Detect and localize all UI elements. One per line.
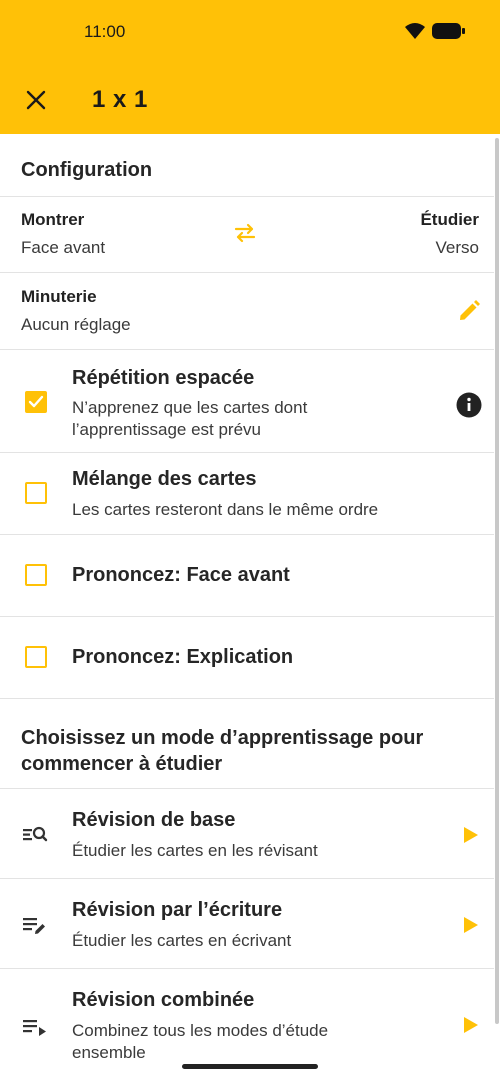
app-bar: 11:00 1 x 1 <box>0 0 500 134</box>
writing-review-desc: Étudier les cartes en écrivant <box>72 931 292 950</box>
mode-combined-review[interactable]: Révision combinée Combinez tous les mode… <box>0 969 494 1059</box>
spaced-repetition-checkbox[interactable] <box>25 391 47 413</box>
option-pronounce-front[interactable]: Prononcez: Face avant <box>0 535 494 616</box>
spaced-repetition-desc-1: N’apprenez que les cartes dont <box>72 398 308 417</box>
list-search-icon <box>23 826 48 842</box>
shuffle-title: Mélange des cartes <box>72 468 257 490</box>
study-value: Verso <box>435 238 479 257</box>
timer-value: Aucun réglage <box>21 315 131 334</box>
combined-review-desc-1: Combinez tous les modes d’étude <box>72 1021 329 1040</box>
mode-basic-review[interactable]: Révision de base Étudier les cartes en l… <box>0 789 494 878</box>
play-icon[interactable] <box>463 1016 479 1034</box>
configuration-title: Configuration <box>21 159 153 181</box>
basic-review-title: Révision de base <box>72 809 236 831</box>
modes-title-line-1: Choisissez un mode d’apprentissage pour <box>21 727 424 749</box>
modes-title-line-2: commencer à étudier <box>21 753 223 775</box>
check-icon <box>28 395 44 408</box>
play-icon[interactable] <box>463 826 479 844</box>
configuration-header: Configuration <box>0 134 494 196</box>
show-value: Face avant <box>21 238 106 257</box>
info-icon[interactable] <box>456 392 482 418</box>
pronounce-front-title: Prononcez: Face avant <box>72 564 290 586</box>
wifi-icon <box>405 23 425 39</box>
study-label: Étudier <box>420 210 479 229</box>
mode-writing-review[interactable]: Révision par l’écriture Étudier les cart… <box>0 879 494 968</box>
scrollbar[interactable] <box>495 138 499 1024</box>
settings-content: Configuration Montrer Face avant Étudier… <box>0 134 494 1059</box>
pencil-icon[interactable] <box>457 299 481 323</box>
option-shuffle[interactable]: Mélange des cartes Les cartes resteront … <box>0 453 494 534</box>
timer-label: Minuterie <box>21 287 97 306</box>
spaced-repetition-title: Répétition espacée <box>72 367 255 389</box>
option-pronounce-explanation[interactable]: Prononcez: Explication <box>0 617 494 698</box>
modes-header: Choisissez un mode d’apprentissage pour … <box>0 699 494 788</box>
writing-review-title: Révision par l’écriture <box>72 899 283 921</box>
home-indicator[interactable] <box>182 1064 318 1069</box>
close-icon <box>26 90 46 110</box>
pronounce-explanation-checkbox[interactable] <box>25 646 47 668</box>
basic-review-desc: Étudier les cartes en les révisant <box>72 841 318 860</box>
pronounce-explanation-title: Prononcez: Explication <box>72 646 294 668</box>
show-label: Montrer <box>21 210 85 229</box>
combined-review-title: Révision combinée <box>72 989 255 1011</box>
deck-title: 1 x 1 <box>92 86 148 113</box>
battery-icon <box>432 23 465 39</box>
list-play-icon <box>23 1020 46 1036</box>
swap-icon[interactable] <box>233 223 257 243</box>
timer-row[interactable]: Minuterie Aucun réglage <box>0 273 494 349</box>
shuffle-desc: Les cartes resteront dans le même ordre <box>72 500 379 519</box>
play-icon[interactable] <box>463 916 479 934</box>
pronounce-front-checkbox[interactable] <box>25 564 47 586</box>
status-icons <box>404 22 466 40</box>
show-study-row[interactable]: Montrer Face avant Étudier Verso <box>0 197 494 272</box>
combined-review-desc-2: ensemble <box>72 1043 146 1059</box>
shuffle-checkbox[interactable] <box>25 482 47 504</box>
spaced-repetition-desc-2: l’apprentissage est prévu <box>72 420 262 439</box>
list-edit-icon <box>23 918 45 934</box>
close-button[interactable] <box>20 84 52 116</box>
status-time: 11:00 <box>84 22 126 41</box>
option-spaced-repetition[interactable]: Répétition espacée N’apprenez que les ca… <box>0 350 494 452</box>
